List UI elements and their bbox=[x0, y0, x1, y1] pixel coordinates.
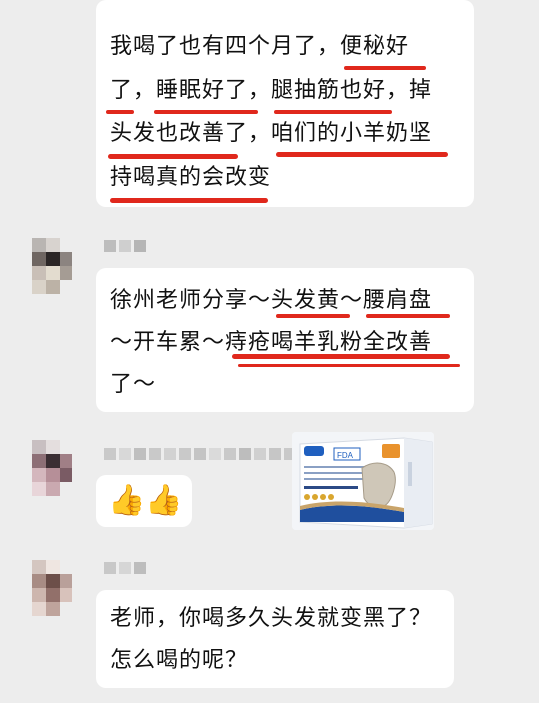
thumbs-up-emoji: 👍👍 bbox=[108, 483, 183, 518]
message-bubble-1[interactable]: 我喝了也有四个月了，便秘好 了，睡眠好了，腿抽筋也好，掉 头发也改善了，咱们的小… bbox=[96, 0, 474, 207]
sender-name bbox=[104, 448, 311, 462]
product-image[interactable]: FDA bbox=[292, 432, 434, 530]
message-bubble-2[interactable]: 徐州老师分享～头发黄～腰肩盘 ～开车累～痔疮喝羊乳粉全改善 了～ bbox=[96, 268, 474, 412]
sender-name bbox=[104, 240, 146, 254]
message-1-line-1: 我喝了也有四个月了，便秘好 bbox=[110, 34, 410, 59]
product-box-icon: FDA bbox=[292, 432, 434, 530]
highlight-underline bbox=[232, 354, 450, 359]
highlight-underline bbox=[154, 110, 258, 114]
avatar[interactable] bbox=[32, 238, 72, 300]
highlight-underline bbox=[274, 110, 392, 114]
highlight-underline bbox=[344, 66, 426, 70]
message-1-line-2: 了，睡眠好了，腿抽筋也好，掉 bbox=[110, 78, 433, 103]
avatar[interactable] bbox=[32, 440, 72, 502]
message-4-line-1: 老师，你喝多久头发就变黑了？ bbox=[110, 606, 433, 631]
highlight-underline bbox=[276, 152, 448, 157]
message-bubble-3[interactable]: 👍👍 bbox=[96, 475, 192, 527]
message-1-line-3: 头发也改善了，咱们的小羊奶坚 bbox=[110, 121, 433, 146]
avatar[interactable] bbox=[32, 560, 72, 622]
product-brand-label: FDA bbox=[337, 451, 354, 460]
highlight-underline bbox=[106, 110, 134, 114]
highlight-underline bbox=[108, 154, 238, 159]
sender-name bbox=[104, 562, 146, 576]
message-bubble-4[interactable]: 老师，你喝多久头发就变黑了？ 怎么喝的呢？ bbox=[96, 590, 454, 688]
highlight-underline bbox=[276, 314, 350, 318]
highlight-underline bbox=[366, 314, 450, 318]
message-1-line-4: 持喝真的会改变 bbox=[110, 165, 272, 190]
message-2-line-3: 了～ bbox=[110, 372, 157, 397]
message-4-line-2: 怎么喝的呢？ bbox=[110, 648, 249, 673]
message-2-line-1: 徐州老师分享～头发黄～腰肩盘 bbox=[110, 288, 433, 313]
highlight-underline bbox=[110, 198, 268, 203]
highlight-underline bbox=[238, 364, 460, 367]
